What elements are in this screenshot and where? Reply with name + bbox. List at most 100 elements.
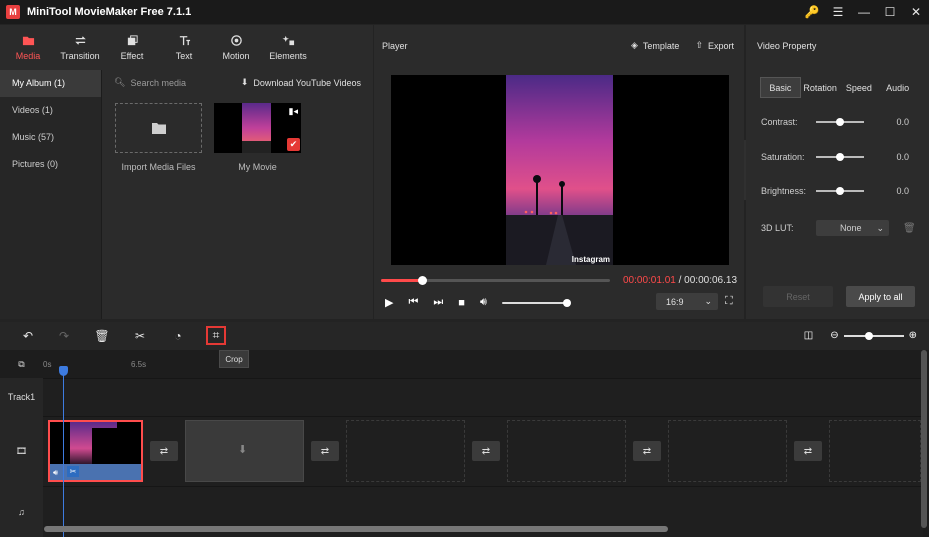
close-button[interactable]: ✕ bbox=[903, 0, 929, 24]
brightness-label: Brightness: bbox=[761, 186, 807, 196]
album-list: My Album (1) Videos (1) Music (57) Pictu… bbox=[0, 70, 102, 319]
export-button[interactable]: ⇧ Export bbox=[695, 40, 734, 51]
drop-icon: ⬇ bbox=[238, 444, 248, 456]
playhead-handle[interactable] bbox=[59, 366, 68, 376]
tab-basic[interactable]: Basic bbox=[760, 77, 801, 98]
transition-slot-2[interactable]: ⇄ bbox=[311, 441, 339, 461]
contrast-slider[interactable] bbox=[816, 118, 864, 126]
brightness-handle[interactable] bbox=[836, 187, 844, 195]
crop-icon[interactable]: ⌗ bbox=[206, 326, 226, 345]
brightness-slider[interactable] bbox=[816, 187, 864, 195]
property-title: Video Property bbox=[757, 41, 817, 51]
video-preview[interactable]: Instagram bbox=[391, 75, 729, 265]
media-slot-1[interactable]: ⬇ bbox=[185, 420, 304, 482]
split-icon[interactable]: ✂ bbox=[131, 328, 149, 344]
previous-frame-icon[interactable]: ⏮ bbox=[408, 296, 418, 309]
trash-icon[interactable]: 🗑︎ bbox=[903, 223, 916, 234]
template-button[interactable]: ◈ Template bbox=[631, 40, 679, 51]
music-track-header: ♫ bbox=[0, 486, 43, 537]
album-item-my-album[interactable]: My Album (1) bbox=[0, 70, 101, 97]
app-title: MiniTool MovieMaker Free 7.1.1 bbox=[27, 6, 192, 18]
brightness-value: 0.0 bbox=[896, 186, 909, 196]
contrast-row: Contrast: 0.0 bbox=[761, 115, 921, 129]
zoom-slider[interactable] bbox=[843, 331, 904, 340]
download-icon: ⬇ bbox=[240, 77, 249, 87]
media-item-my-movie[interactable]: ▮◂ ✔ bbox=[214, 103, 301, 153]
video-frame: Instagram bbox=[506, 75, 613, 265]
saturation-handle[interactable] bbox=[836, 153, 844, 161]
maximize-button[interactable]: ☐ bbox=[877, 0, 903, 24]
lut-select[interactable]: None ⌄ bbox=[816, 220, 889, 236]
playback-progress[interactable] bbox=[381, 276, 610, 285]
key-icon[interactable]: 🔑 bbox=[799, 0, 825, 24]
fit-icon[interactable]: ◫ bbox=[804, 330, 813, 341]
tab-transition[interactable]: Transition bbox=[54, 25, 106, 70]
tab-speed[interactable]: Speed bbox=[840, 77, 879, 98]
next-frame-icon[interactable]: ⏭ bbox=[433, 296, 443, 309]
zoom-handle[interactable] bbox=[864, 331, 873, 340]
zoom-in-icon[interactable]: ⊕ bbox=[909, 330, 917, 341]
playhead-line[interactable] bbox=[63, 366, 64, 537]
transition-slot-1[interactable]: ⇄ bbox=[150, 441, 178, 461]
tab-media[interactable]: Media bbox=[2, 25, 54, 70]
add-track-icon[interactable]: ⧉ bbox=[0, 350, 43, 378]
delete-icon[interactable]: 🗑︎ bbox=[93, 328, 111, 344]
elements-icon bbox=[281, 35, 294, 46]
aspect-ratio-select[interactable]: 16:9 ⌄ bbox=[656, 293, 718, 310]
search-media[interactable]: 🔍︎ Search media bbox=[114, 77, 186, 88]
speed-icon[interactable]: ◔ bbox=[169, 328, 187, 344]
redo-icon[interactable]: ↷ bbox=[55, 328, 73, 344]
zoom-out-icon[interactable]: ⊖ bbox=[830, 330, 838, 341]
transition-slot-5[interactable]: ⇄ bbox=[794, 441, 822, 461]
track1-label: Track1 bbox=[7, 392, 36, 402]
transition-slot-4[interactable]: ⇄ bbox=[633, 441, 661, 461]
vertical-scrollbar[interactable] bbox=[921, 350, 927, 528]
reset-button[interactable]: Reset bbox=[763, 286, 833, 307]
tab-motion[interactable]: Motion bbox=[210, 25, 262, 70]
layers-icon: ◈ bbox=[630, 40, 638, 50]
search-icon: 🔍︎ bbox=[114, 77, 126, 87]
media-slot-3[interactable] bbox=[507, 420, 626, 482]
saturation-value: 0.0 bbox=[896, 152, 909, 162]
tab-elements[interactable]: Elements bbox=[262, 25, 314, 70]
lut-row: 3D LUT: None ⌄ 🗑︎ bbox=[761, 220, 921, 236]
minimize-button[interactable]: — bbox=[851, 0, 877, 24]
volume-slider[interactable] bbox=[501, 298, 571, 307]
saturation-slider[interactable] bbox=[816, 153, 864, 161]
video-track-header: 🎞︎ bbox=[0, 416, 43, 486]
album-item-music[interactable]: Music (57) bbox=[0, 124, 101, 151]
clip-volume-icon[interactable]: 🔊︎ bbox=[53, 468, 58, 478]
play-icon[interactable]: ▶ bbox=[385, 296, 393, 309]
timeline-toolbar: ↶ ↷ 🗑︎ ✂ ◔ ⌗ ◫ ⊖ ⊕ bbox=[0, 322, 929, 350]
media-slot-2[interactable] bbox=[346, 420, 465, 482]
stop-icon[interactable]: ■ bbox=[458, 297, 465, 309]
timeline-ruler[interactable]: 0s 6.5s bbox=[0, 350, 929, 378]
checkmark-icon[interactable]: ✔ bbox=[287, 138, 300, 151]
transition-slot-3[interactable]: ⇄ bbox=[472, 441, 500, 461]
tab-effect[interactable]: Effect bbox=[106, 25, 158, 70]
clip-transition-icon[interactable]: ✂ bbox=[67, 466, 79, 477]
volume-icon[interactable]: 🔊︎ bbox=[480, 296, 487, 309]
volume-handle[interactable] bbox=[562, 298, 571, 307]
player-title: Player bbox=[382, 41, 408, 51]
tab-rotation[interactable]: Rotation bbox=[801, 77, 840, 98]
media-tabs: Media Transition Effect Text Motion Elem… bbox=[0, 25, 373, 70]
track1-row[interactable] bbox=[43, 378, 923, 416]
fullscreen-icon[interactable]: ⛶ bbox=[725, 295, 733, 308]
tab-text[interactable]: Text bbox=[158, 25, 210, 70]
download-youtube-link[interactable]: ⬇ Download YouTube Videos bbox=[241, 77, 361, 88]
media-slot-4[interactable] bbox=[668, 420, 787, 482]
album-item-pictures[interactable]: Pictures (0) bbox=[0, 151, 101, 178]
import-media-button[interactable] bbox=[115, 103, 202, 153]
undo-icon[interactable]: ↶ bbox=[19, 328, 37, 344]
apply-to-all-button[interactable]: Apply to all bbox=[846, 286, 915, 307]
lut-label: 3D LUT: bbox=[761, 223, 794, 233]
tab-audio[interactable]: Audio bbox=[878, 77, 917, 98]
progress-handle[interactable] bbox=[418, 276, 428, 285]
album-item-videos[interactable]: Videos (1) bbox=[0, 97, 101, 124]
menu-icon[interactable]: ☰ bbox=[825, 0, 851, 24]
media-panel: Media Transition Effect Text Motion Elem… bbox=[0, 25, 373, 319]
contrast-handle[interactable] bbox=[836, 118, 844, 126]
horizontal-scrollbar[interactable] bbox=[44, 526, 668, 532]
media-slot-5[interactable] bbox=[829, 420, 921, 482]
